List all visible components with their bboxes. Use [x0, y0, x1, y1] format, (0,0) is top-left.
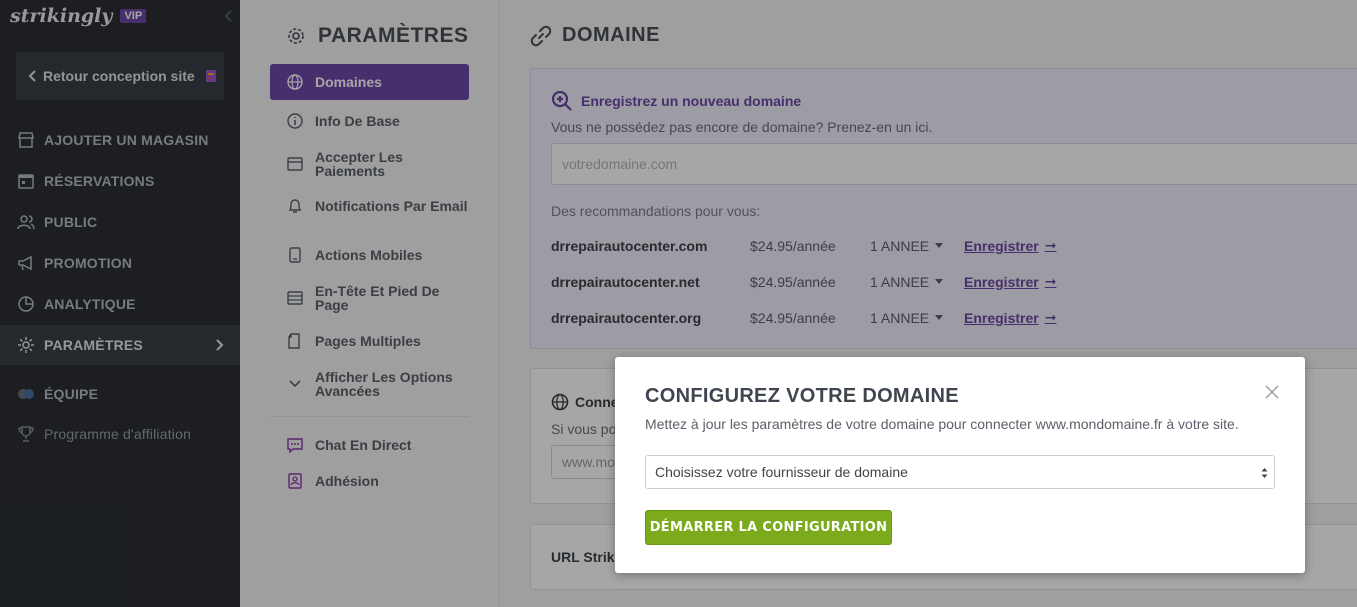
modal-title: CONFIGUREZ VOTRE DOMAINE: [645, 385, 959, 407]
select-arrows-icon: [1261, 468, 1268, 478]
start-configuration-button[interactable]: DÉMARRER LA CONFIGURATION: [645, 510, 892, 545]
provider-select[interactable]: Choisissez votre fournisseur de domaine: [645, 455, 1275, 489]
provider-select-value: Choisissez votre fournisseur de domaine: [655, 464, 908, 480]
configure-domain-modal: CONFIGUREZ VOTRE DOMAINE Mettez à jour l…: [615, 357, 1305, 573]
modal-description: Mettez à jour les paramètres de votre do…: [645, 416, 1239, 432]
close-icon[interactable]: [1265, 385, 1279, 399]
